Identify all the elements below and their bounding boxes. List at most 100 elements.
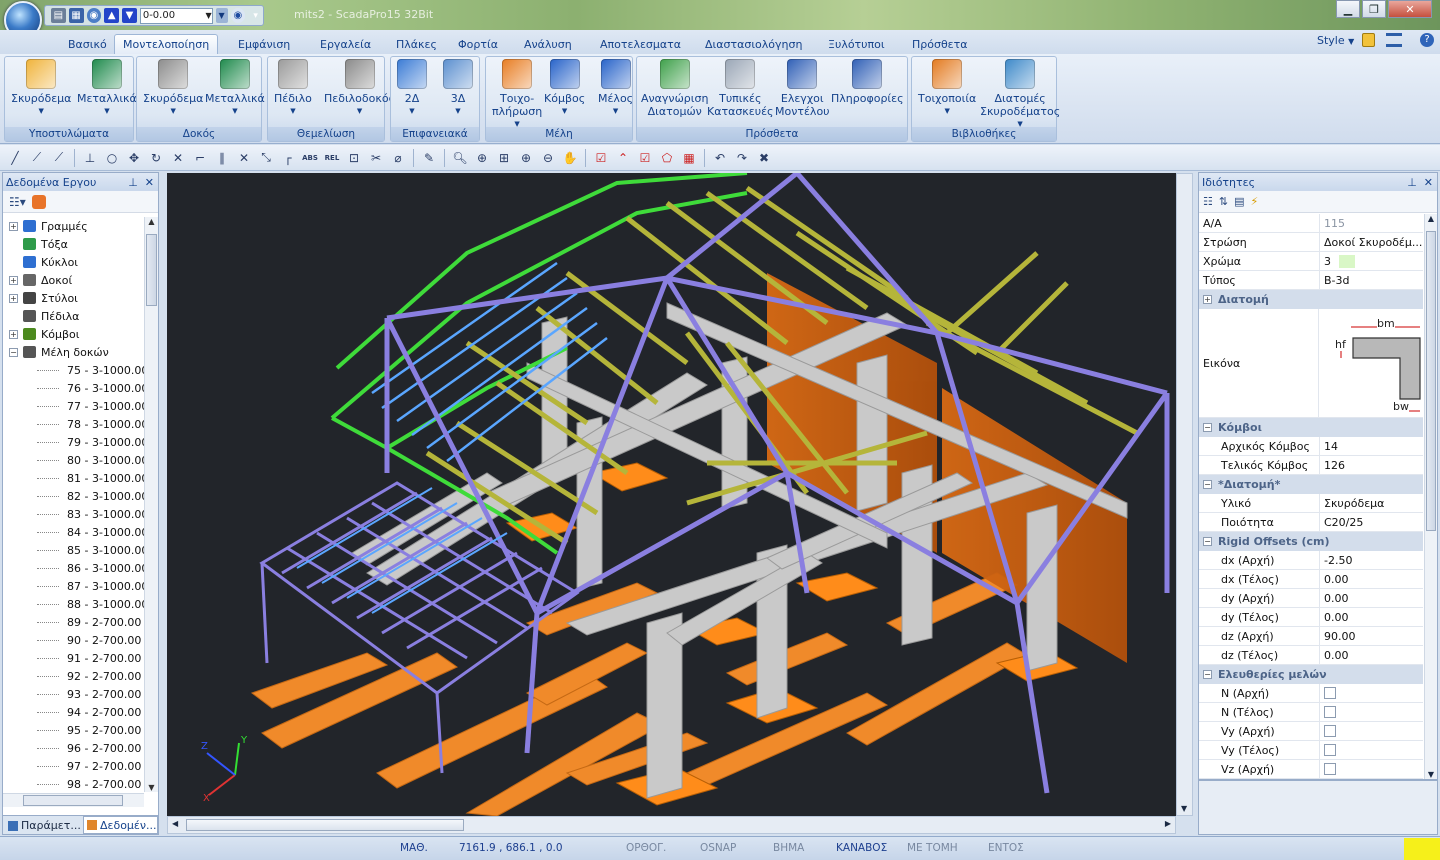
viewport-vertical-scrollbar[interactable]: ▼ [1176,173,1193,816]
categorized-icon[interactable]: ☷ [1203,195,1213,208]
release-checkbox[interactable] [1324,725,1336,737]
close-button[interactable]: ✕ [1388,0,1432,18]
tree-horizontal-scrollbar[interactable] [3,793,144,807]
status-item-4[interactable]: ΒΗΜΑ [773,842,804,854]
tree-leaf[interactable]: 93 - 2-700.00 [3,685,141,703]
tree-node[interactable]: + Στύλοι [3,289,78,307]
list-icon[interactable] [1386,33,1402,47]
select-window-icon[interactable]: ⊡ [345,149,363,167]
tab-9[interactable]: Ξυλότυποι [820,34,893,54]
tree-node[interactable]: − Μέλη δοκών [3,343,109,361]
property-value[interactable]: 3 [1320,252,1423,270]
scroll-down-icon[interactable]: ▼ [1425,770,1437,779]
tree-leaf[interactable]: 95 - 2-700.00 [3,721,141,739]
expand-icon[interactable]: + [9,329,18,339]
minimize-button[interactable]: ▁ [1336,0,1360,18]
scroll-thumb[interactable] [186,819,464,831]
tab-6[interactable]: Ανάλυση [516,34,580,54]
status-item-0[interactable]: ΜΑΘ. [400,842,428,854]
property-value[interactable] [1320,722,1423,740]
print-preview-icon[interactable]: ▦ [68,8,84,23]
tree-leaf[interactable]: 85 - 3-1000.00 [3,541,144,559]
graph-icon[interactable]: ⌃ [614,149,632,167]
tree-leaf[interactable]: 91 - 2-700.00 [3,649,141,667]
color-swatch[interactable] [1339,254,1355,268]
pen-icon[interactable]: ✎ [420,149,438,167]
zoom-window-icon[interactable]: ⊞ [495,149,513,167]
refresh-icon[interactable] [31,194,46,209]
properties-scrollbar[interactable]: ▲ ▼ [1424,214,1437,779]
tree-node[interactable]: + Κόμβοι [3,325,79,343]
pin-icon[interactable]: ⊥ [1407,176,1417,189]
scroll-up-icon[interactable]: ▲ [145,217,158,226]
parallel-icon[interactable]: ∥ [213,149,231,167]
tab-8[interactable]: Διαστασιολόγηση [697,34,810,54]
ribbon-button-4-0[interactable]: Τοιχο- πλήρωση ▼ [492,59,542,131]
tab-parameters[interactable]: Παράμετ... [5,817,81,834]
property-category[interactable]: − Ελευθερίες μελών [1199,665,1423,684]
redo-icon[interactable]: ↷ [733,149,751,167]
tree-leaf[interactable]: 78 - 3-1000.00 [3,415,144,433]
tree-leaf[interactable]: 97 - 2-700.00 [3,757,141,775]
tree-leaf[interactable]: 98 - 2-700.00 [3,775,141,792]
layer-up-icon[interactable]: ▲ [104,8,120,23]
property-category[interactable]: − Κόμβοι [1199,418,1423,437]
collapse-icon[interactable]: − [1203,480,1212,489]
property-value[interactable]: Δοκοί Σκυροδέμ... [1320,233,1423,251]
tree-leaf[interactable]: 79 - 3-1000.00 [3,433,144,451]
property-value[interactable]: C20/25 [1320,513,1423,531]
zoom-out-icon[interactable]: ⊖ [539,149,557,167]
property-value[interactable]: 0.00 [1320,646,1423,664]
tree-leaf[interactable]: 81 - 3-1000.00 [3,469,144,487]
expand-icon[interactable]: + [9,275,18,285]
tree-leaf[interactable]: 83 - 3-1000.00 [3,505,144,523]
3d-viewport[interactable]: Y Z X [167,173,1176,816]
property-value[interactable] [1320,760,1423,778]
dropdown-icon[interactable]: ▼ [215,8,228,23]
property-value[interactable]: 90.00 [1320,627,1423,645]
status-item-5[interactable]: ΚΑΝΑΒΟΣ [836,842,887,854]
ribbon-button-6-0[interactable]: Τοιχοποιία ▼ [918,59,976,118]
help-icon[interactable]: ? [1420,33,1434,47]
property-value[interactable]: 126 [1320,456,1423,474]
property-value[interactable] [1320,703,1423,721]
expand-icon[interactable]: + [9,221,18,231]
ribbon-button-4-2[interactable]: Μέλος ▼ [598,59,633,118]
line-tool-icon[interactable]: ╱ [6,149,24,167]
property-category[interactable]: − *Διατομή* [1199,475,1423,494]
ribbon-button-5-0[interactable]: Αναγνώριση Διατομών [641,59,708,118]
sort-alpha-icon[interactable]: ⇅ [1219,195,1228,208]
tree-leaf[interactable]: 87 - 3-1000.00 [3,577,144,595]
viewport-horizontal-scrollbar[interactable]: ◀ ▶ [167,816,1176,834]
check-list-icon[interactable]: ☑ [636,149,654,167]
collapse-icon[interactable]: − [1203,423,1212,432]
property-value[interactable]: Σκυρόδεμα [1320,494,1423,512]
zoom-icon[interactable]: 🔍︎ [451,149,469,167]
scroll-up-icon[interactable]: ▲ [1425,214,1437,223]
release-checkbox[interactable] [1324,706,1336,718]
tree-node[interactable]: +Κύκλοι [3,253,78,271]
tree-node[interactable]: +Πέδιλα [3,307,79,325]
tree-leaf[interactable]: 86 - 3-1000.00 [3,559,144,577]
property-value[interactable]: 14 [1320,437,1423,455]
arc-line-tool-icon[interactable]: ⟋ [50,149,68,167]
status-item-6[interactable]: ΜΕ ΤΟΜΗ [907,842,958,854]
tree-leaf[interactable]: 80 - 3-1000.00 [3,451,144,469]
tree-leaf[interactable]: 75 - 3-1000.00 [3,361,144,379]
tab-10[interactable]: Πρόσθετα [904,34,976,54]
customize-qat-icon[interactable]: ▾ [248,8,263,23]
pin-icon[interactable]: ⊥ [128,176,138,189]
collapse-icon[interactable]: − [1203,670,1212,679]
tab-5[interactable]: Φορτία [450,34,506,54]
move-icon[interactable]: ✥ [125,149,143,167]
scissors-icon[interactable]: ✂ [367,149,385,167]
property-category[interactable]: + Διατομή [1199,290,1423,309]
ribbon-button-5-1[interactable]: Τυπικές Κατασκευές [707,59,774,118]
check-icon[interactable]: ☑ [592,149,610,167]
ribbon-button-3-1[interactable]: 3Δ ▼ [443,59,473,118]
ribbon-button-2-0[interactable]: Πέδιλο ▼ [274,59,312,118]
tree-leaf[interactable]: 89 - 2-700.00 [3,613,141,631]
lasso-icon[interactable]: ⌀ [389,149,407,167]
collapse-icon[interactable]: − [9,347,18,357]
tree-leaf[interactable]: 88 - 3-1000.00 [3,595,144,613]
